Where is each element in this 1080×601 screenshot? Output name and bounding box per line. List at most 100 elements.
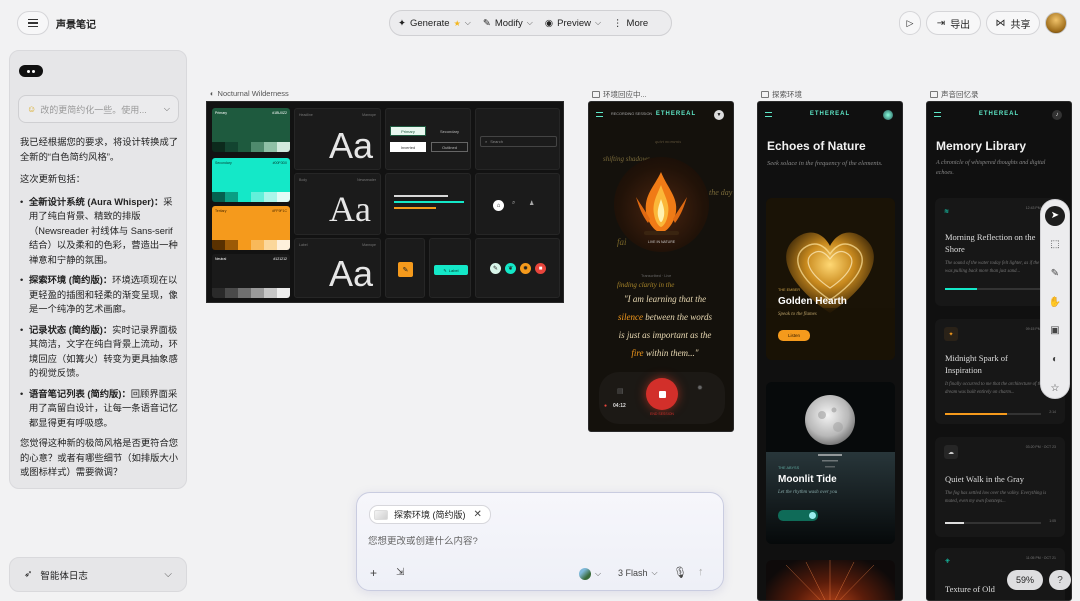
modify-menu[interactable]: ✎ Modify ⌵ xyxy=(483,18,533,29)
eye-icon: ◉ xyxy=(544,17,554,29)
arrow-up-icon: ↑ xyxy=(698,566,704,578)
playback-progress[interactable] xyxy=(945,288,1053,290)
color-neutral: Neutral #121212 xyxy=(212,254,290,298)
profile-icon xyxy=(883,110,893,120)
color-secondary: Secondary #00F0D0 xyxy=(212,158,290,202)
close-icon[interactable]: ✕ xyxy=(474,509,482,520)
microphone-icon: ♪ xyxy=(1052,110,1062,120)
image-tool-icon[interactable]: ▣ xyxy=(1045,321,1065,341)
recording-dot-icon: ● xyxy=(604,403,608,409)
color-tertiary: Tertiary #FF9F1C xyxy=(212,206,290,250)
agent-log-toggle[interactable]: ➶ 智能体日志 ⌵ xyxy=(9,557,187,592)
environment-card-sunrise[interactable] xyxy=(766,560,895,600)
hand-tool-icon[interactable]: ✋ xyxy=(1045,292,1065,312)
zoom-level[interactable]: 59% xyxy=(1007,570,1043,590)
environment-card-golden-hearth[interactable]: THE EMBER Golden Hearth Speak to the fla… xyxy=(766,198,895,360)
type-body: Body Newsreader Aa xyxy=(294,173,381,235)
help-button[interactable]: ? xyxy=(1049,570,1071,590)
avatar[interactable] xyxy=(1045,12,1067,34)
brand-logo: ETHEREAL xyxy=(809,111,851,117)
frame-label-explore[interactable]: 探索环境 xyxy=(761,89,802,100)
user-message-collapsed[interactable]: ☺ 改的更简约化一些。使用... ⌵ xyxy=(18,95,179,123)
export-button[interactable]: ⇥ 导出 xyxy=(926,11,981,35)
pen-tool-icon[interactable]: ✎ xyxy=(1045,263,1065,283)
share-button[interactable]: ⋈ 共享 xyxy=(986,11,1040,35)
globe-icon xyxy=(579,568,591,580)
preview-menu[interactable]: ◉ Preview ⌵ xyxy=(545,18,601,29)
grid-icon: ⁜ xyxy=(945,559,951,565)
top-bar: 声景笔记 ✦ Generate ★ ⌵ ✎ Modify ⌵ ◉ Preview… xyxy=(0,0,1080,46)
transcript-icon: ▤ xyxy=(617,388,624,395)
kebab-icon: ⋮ xyxy=(613,17,623,29)
prompt-composer: 探索环境 (简约版) ✕ + ⇲ ⌵ 3 Flash ⌵ 🎙 ↑ xyxy=(356,492,724,591)
model-selector[interactable]: 3 Flash ⌵ xyxy=(618,568,658,578)
stop-button[interactable] xyxy=(646,378,678,410)
send-button[interactable]: ↑ xyxy=(698,566,704,578)
listen-button[interactable]: Listen xyxy=(778,330,810,341)
frame-icon xyxy=(761,91,769,98)
chevron-down-icon: ⌵ xyxy=(164,569,172,580)
add-attachment-button[interactable]: + xyxy=(370,566,377,580)
list-item: 探索环境 (简约版)：环境选项现在以更轻盈的插图和轻柔的渐变呈现，像是一个纯净的… xyxy=(20,273,180,317)
emoji-icon: ☺ xyxy=(27,104,37,114)
share-icon: ⋈ xyxy=(995,17,1006,29)
select-area-tool-icon[interactable]: ⬚ xyxy=(1045,235,1065,255)
profile-icon: ▼ xyxy=(714,110,724,120)
slider-samples xyxy=(385,173,471,235)
edit-icon: ✎ xyxy=(398,262,413,277)
memory-item[interactable]: ⁜ 11:05 PM · OCT 21 Texture of Old xyxy=(935,548,1065,600)
live-transcript: "I am learning that the silence between … xyxy=(618,294,712,358)
model-theme-selector[interactable]: ⌵ xyxy=(579,568,601,580)
type-label: Label Manrope Aa xyxy=(294,238,381,298)
recording-screen-frame[interactable]: RECORDING SESSION ETHEREAL ▼ shifting sh… xyxy=(588,101,734,432)
play-toggle[interactable] xyxy=(778,510,818,521)
more-menu[interactable]: ⋮ More xyxy=(613,18,648,29)
nav-samples: ⌂ ⌕ ♟ xyxy=(475,173,560,235)
play-button[interactable]: ▷ xyxy=(899,11,921,35)
playback-progress[interactable] xyxy=(945,413,1041,415)
delete-icon: ■ xyxy=(535,263,546,274)
playback-progress[interactable] xyxy=(945,522,1041,524)
chevron-down-icon: ⌵ xyxy=(163,104,170,113)
waveform-icon: ≋ xyxy=(944,209,950,215)
hamburger-icon xyxy=(28,19,38,27)
sunburst-illustration xyxy=(785,560,875,600)
color-primary: Primary #1BU0Z2 xyxy=(212,108,290,152)
explore-screen-frame[interactable]: ETHEREAL Echoes of Nature Seek solace in… xyxy=(757,101,903,601)
import-frame-button[interactable]: ⇲ xyxy=(396,567,404,578)
menu-button[interactable] xyxy=(17,11,49,35)
environment-card-moonlit-tide[interactable]: THE ABYSS Moonlit Tide Let the rhythm wa… xyxy=(766,382,895,544)
style-guide-frame[interactable]: Primary #1BU0Z2 Secondary #00F0D0 Tertiary… xyxy=(206,101,564,303)
context-chip[interactable]: 探索环境 (简约版) ✕ xyxy=(369,505,491,524)
frame-thumbnail xyxy=(374,509,388,520)
pen-icon: ✎ xyxy=(482,17,491,29)
settings-icon[interactable]: ✹ xyxy=(697,384,703,392)
button-samples: Primary Secondary Inverted Outlined xyxy=(385,108,471,170)
palette-tool-icon[interactable]: ◐ xyxy=(1045,350,1065,370)
stop-icon xyxy=(658,390,666,398)
edit-icon: ✎ xyxy=(443,267,447,273)
voice-input-button[interactable]: 🎙 xyxy=(673,566,687,579)
frame-label-style-guide[interactable]: ◐ Nocturnal Wilderness xyxy=(210,89,289,98)
prompt-input[interactable] xyxy=(368,536,708,547)
assistant-closing: 您觉得这种新的极简风格是否更符合您的心意？或者有哪些细节（如排版大小或图标样式）… xyxy=(20,438,179,477)
updates-heading: 这次更新包括： xyxy=(20,174,86,184)
frame-label-recording[interactable]: 环境回应中... xyxy=(592,89,647,100)
brand-logo: ETHEREAL xyxy=(978,111,1020,117)
cursor-tool-icon[interactable]: ➤ xyxy=(1045,206,1065,226)
import-icon: ⇲ xyxy=(396,567,405,578)
frame-label-library[interactable]: 声音回忆录 xyxy=(930,89,979,100)
app-title: 声景笔记 xyxy=(56,20,96,31)
home-icon: ⌂ xyxy=(493,200,504,211)
canvas-tool-rail: ➤ ⬚ ✎ ✋ ▣ ◐ ☆ xyxy=(1040,199,1070,399)
search-icon: ⌕ xyxy=(485,139,488,144)
pen-icon: ✎ xyxy=(490,263,501,274)
generate-menu[interactable]: ✦ Generate ★ ⌵ xyxy=(398,18,471,29)
star-tool-icon[interactable]: ☆ xyxy=(1045,378,1065,398)
icon-button-sample: ✎ xyxy=(385,238,425,298)
star-badge-icon: ★ xyxy=(453,18,461,28)
memory-item[interactable]: ☁ 03:20 PM · OCT 23 Quiet Walk in the Gr… xyxy=(935,437,1065,537)
export-icon: ⇥ xyxy=(936,17,946,29)
palette-icon: ◐ xyxy=(210,89,215,98)
sparkle-icon: ✦ xyxy=(398,17,406,29)
